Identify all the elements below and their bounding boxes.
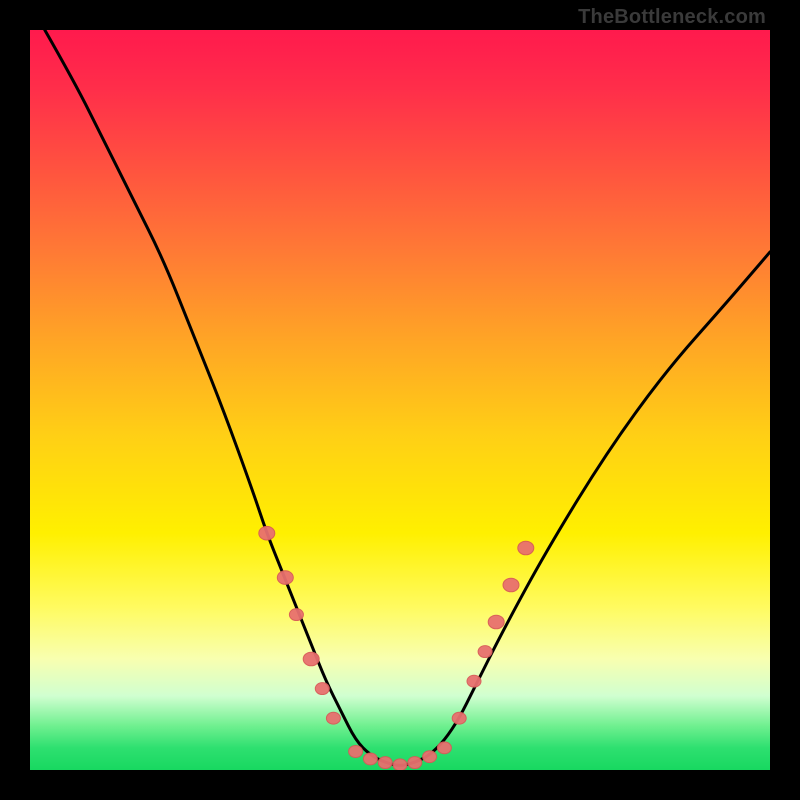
bead-bottom-4 xyxy=(408,757,422,769)
bead-bottom-3 xyxy=(393,759,407,770)
curve-line xyxy=(45,30,770,765)
bead-bottom-0 xyxy=(349,746,363,758)
bead-bottom-6 xyxy=(437,742,451,754)
bead-group xyxy=(259,526,534,770)
bead-right-1 xyxy=(467,675,481,687)
bead-left-5 xyxy=(326,712,340,724)
bead-right-5 xyxy=(518,541,534,555)
bead-left-0 xyxy=(259,526,275,540)
chart-svg xyxy=(30,30,770,770)
bead-bottom-1 xyxy=(363,753,377,765)
bead-left-3 xyxy=(303,652,319,666)
watermark-text: TheBottleneck.com xyxy=(578,6,766,29)
plot-area xyxy=(30,30,770,770)
bead-right-0 xyxy=(452,712,466,724)
bead-bottom-2 xyxy=(378,757,392,769)
bead-bottom-5 xyxy=(423,751,437,763)
chart-container: TheBottleneck.com xyxy=(0,0,800,800)
bead-left-1 xyxy=(277,571,293,585)
bead-right-2 xyxy=(478,646,492,658)
bead-right-3 xyxy=(488,615,504,629)
bead-left-2 xyxy=(289,609,303,621)
bead-right-4 xyxy=(503,578,519,592)
bead-left-4 xyxy=(315,683,329,695)
